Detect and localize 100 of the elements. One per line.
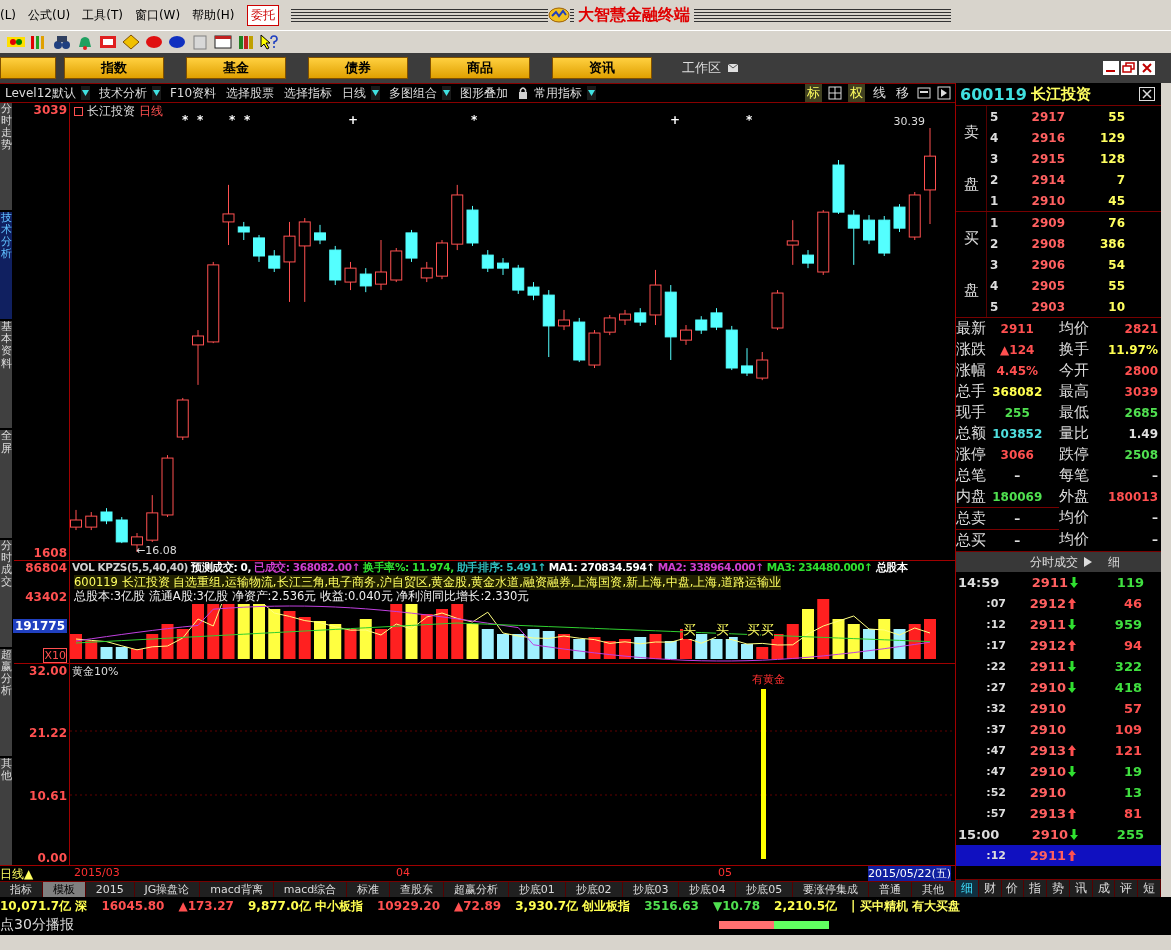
trade-row[interactable]: :32 2910 57 [956, 698, 1161, 719]
panel-tab[interactable]: 财 [978, 880, 1002, 897]
candlestick [802, 249, 814, 269]
panel-tab[interactable]: 讯 [1069, 880, 1093, 897]
dropdown-icon[interactable] [442, 86, 452, 100]
toolbar-tab[interactable]: Level12默认 [0, 84, 81, 102]
books-icon[interactable] [236, 34, 256, 50]
template-tab[interactable]: macd背离 [200, 882, 274, 897]
volume-cell-text: 119 [1115, 575, 1144, 590]
template-tab[interactable]: 抄底02 [565, 882, 623, 897]
help-pointer-icon[interactable] [259, 34, 279, 50]
toolbar-tab[interactable]: 常用指标 [529, 84, 588, 102]
minimize-icon[interactable] [1103, 61, 1119, 75]
nav-button[interactable]: 基金 [186, 57, 286, 79]
nav-button[interactable]: 商品 [430, 57, 530, 79]
panel-tab[interactable]: 指 [1024, 880, 1048, 897]
panel-tab[interactable]: 成 [1092, 880, 1116, 897]
restore-icon[interactable] [1121, 61, 1137, 75]
entrust-button[interactable]: 委托 [246, 4, 279, 26]
level-number: 5 [989, 109, 1000, 124]
template-tab[interactable]: 普通 [869, 882, 913, 897]
sidebar-tab[interactable]: 分时走势 [0, 103, 12, 211]
window-icon[interactable] [213, 34, 233, 50]
sidebar-tab[interactable]: 超赢分析 [0, 648, 12, 756]
trade-row[interactable]: :17 2912 94 [956, 635, 1161, 656]
view-button[interactable]: 线 [871, 84, 888, 102]
menu-item[interactable]: 工具(T) [82, 6, 123, 24]
template-tab[interactable]: macd综合 [273, 882, 348, 897]
sidebar-tab[interactable]: 其他 [0, 757, 12, 865]
template-tab[interactable]: 其他 [912, 882, 955, 897]
toolbar-tab[interactable]: 多图组合 [384, 84, 443, 102]
play-icon[interactable] [1084, 557, 1092, 567]
trade-row[interactable]: 14:59 2911 119 [956, 572, 1161, 593]
template-tab[interactable]: 2015 [85, 882, 135, 897]
view-button[interactable]: 权 [848, 84, 865, 102]
sidebar-tab[interactable]: 技术分析 [0, 212, 12, 320]
sidebar-tab[interactable]: 分时成交 [0, 539, 12, 647]
dropdown-icon[interactable] [587, 86, 597, 100]
price-cell-text: 2910 [1030, 827, 1068, 842]
trade-row[interactable]: :27 2910 418 [956, 677, 1161, 698]
nav-button[interactable]: 债券 [308, 57, 408, 79]
workspace-label[interactable]: 工作区 [682, 59, 721, 77]
panel-tab[interactable]: 价 [1001, 880, 1025, 897]
panel-tab[interactable]: 细 [956, 880, 979, 897]
menu-item[interactable]: 公式(U) [28, 6, 71, 24]
diamond-icon[interactable] [121, 34, 141, 50]
nav-button[interactable]: 指数 [64, 57, 164, 79]
dropdown-icon[interactable] [80, 86, 90, 100]
play-icon[interactable] [937, 86, 951, 100]
close-icon[interactable] [1139, 61, 1155, 75]
template-tab[interactable]: 超赢分析 [443, 882, 509, 897]
template-tab[interactable]: 模板 [42, 882, 86, 897]
toolbar-tab[interactable]: 日线 [337, 84, 372, 102]
template-tab[interactable]: 抄底03 [622, 882, 680, 897]
panel-tab[interactable]: 评 [1115, 880, 1139, 897]
trade-row[interactable]: :12 2911 [956, 845, 1161, 866]
template-tab[interactable]: 指标 [0, 882, 43, 897]
view-button[interactable]: 移 [894, 84, 911, 102]
trade-row[interactable]: :37 2910 109 [956, 719, 1161, 740]
price-cell-text: 2915 [1030, 151, 1065, 166]
close-icon[interactable] [1139, 87, 1155, 101]
trade-row[interactable]: :52 2910 13 [956, 782, 1161, 803]
mail-icon[interactable] [727, 63, 739, 73]
template-tab[interactable]: JG操盘论 [134, 882, 201, 897]
grid-icon[interactable] [828, 86, 842, 100]
menu-item[interactable]: 帮助(H) [192, 6, 235, 24]
template-tab[interactable]: 查股东 [390, 882, 444, 897]
trade-row[interactable]: :07 2912 46 [956, 593, 1161, 614]
template-tab[interactable]: 抄底01 [508, 882, 566, 897]
detail-link[interactable]: 细 [1108, 553, 1120, 571]
menu-item[interactable]: (L) [0, 8, 17, 22]
card-icon[interactable] [98, 34, 118, 50]
template-tab[interactable]: 抄底04 [679, 882, 737, 897]
toolbar-tab[interactable]: 选择股票 [221, 84, 280, 102]
trade-row[interactable]: :47 2910 19 [956, 761, 1161, 782]
nav-button[interactable] [0, 57, 56, 79]
trade-row[interactable]: 15:00 2910 255 [956, 824, 1161, 845]
toolbar-tab[interactable]: 技术分析 [93, 84, 152, 102]
nav-button[interactable]: 资讯 [552, 57, 652, 79]
ball-icon[interactable] [144, 34, 164, 50]
view-button[interactable]: 标 [805, 84, 822, 102]
toolbar-tab[interactable]: 图形叠加 [455, 84, 514, 102]
panel-tab[interactable]: 势 [1047, 880, 1070, 897]
trade-row[interactable]: :57 2913 81 [956, 803, 1161, 824]
dropdown-icon[interactable] [151, 86, 161, 100]
flag-icon[interactable] [6, 34, 26, 50]
menu-item[interactable]: 窗口(W) [134, 6, 181, 24]
template-tab[interactable]: 抄底05 [736, 882, 794, 897]
ball-icon[interactable] [167, 34, 187, 50]
dropdown-icon[interactable] [371, 86, 381, 100]
binoculars-icon[interactable] [52, 34, 72, 50]
toolbar-tab[interactable]: 选择指标 [279, 84, 338, 102]
trade-row[interactable]: :12 2911 959 [956, 614, 1161, 635]
trade-row[interactable]: :22 2911 322 [956, 656, 1161, 677]
sidebar-tab[interactable]: 全屏 [0, 430, 12, 538]
template-tab[interactable]: 要涨停集成 [793, 882, 870, 897]
template-tab[interactable]: 标准 [347, 882, 390, 897]
toolbar-tab[interactable]: F10资料 [164, 84, 222, 102]
sidebar-tab[interactable]: 基本资料 [0, 321, 12, 429]
trade-row[interactable]: :47 2913 121 [956, 740, 1161, 761]
